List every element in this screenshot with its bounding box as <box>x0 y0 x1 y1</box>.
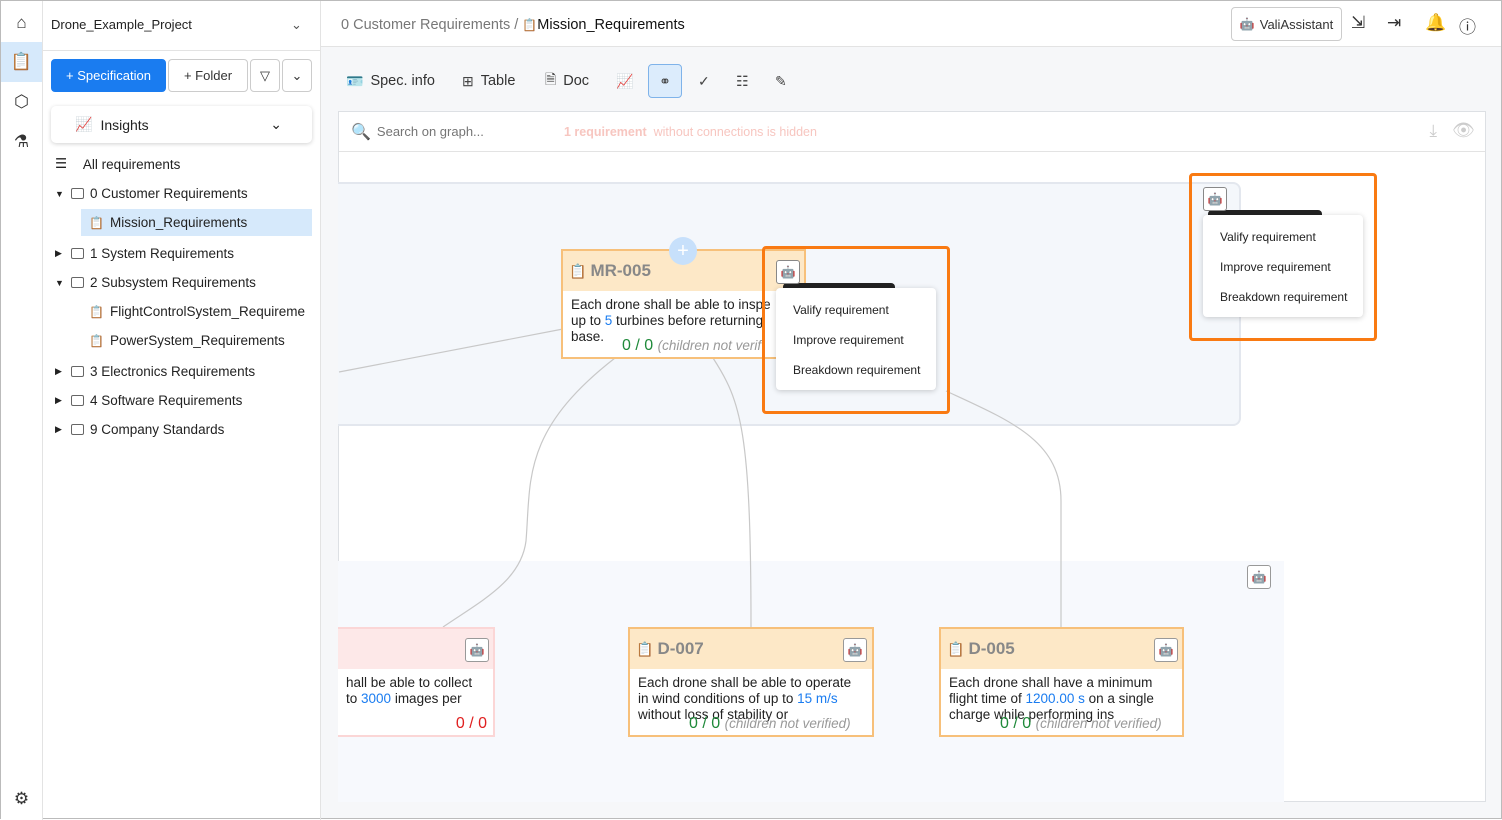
node-text: to <box>346 691 362 706</box>
robot-icon[interactable]: 🤖 <box>1154 638 1178 662</box>
status-value: 0 / 0 <box>689 715 721 732</box>
verification-status: 0 / 0 (children not verif <box>622 337 761 355</box>
status-value: 0 / 0 <box>622 337 654 354</box>
requirement-node-d-007[interactable]: 📋 D-007 Each drone shall be able to opera… <box>628 627 874 737</box>
clipboard-icon: 📋 <box>569 262 587 279</box>
requirement-node-d-005[interactable]: 📋 D-005 Each drone shall have a minimum f… <box>939 627 1184 737</box>
edge <box>338 328 564 373</box>
node-text: images per <box>391 691 462 706</box>
clipboard-icon: 📋 <box>947 640 965 657</box>
node-unit: s <box>1074 691 1085 706</box>
robot-icon[interactable]: 🤖 <box>465 638 489 662</box>
highlight-box <box>1189 173 1377 341</box>
edge <box>712 357 752 628</box>
node-text: turbines before returning <box>612 313 764 328</box>
node-value: 3000 <box>361 691 392 706</box>
clipboard-icon: 📋 <box>636 640 654 657</box>
edge <box>442 357 616 628</box>
node-text: Each drone shall be able to operate <box>638 675 852 690</box>
node-text: on a single <box>1084 691 1154 706</box>
verification-status: 0 / 0 (children not verified) <box>689 715 851 733</box>
node-id: D-007 <box>657 639 704 658</box>
status-value: 0 / 0 <box>1000 715 1032 732</box>
verification-status: 0 / 0 <box>455 715 487 732</box>
robot-icon[interactable]: 🤖 <box>843 638 867 662</box>
node-value: 15 <box>797 691 813 706</box>
status-note: (children not verified) <box>1035 716 1162 731</box>
highlight-box <box>762 246 950 414</box>
node-unit: m/s <box>812 691 838 706</box>
node-text: in wind conditions of up to <box>638 691 798 706</box>
node-text: up to <box>571 313 605 328</box>
node-text: hall be able to collect <box>346 675 473 690</box>
edge <box>945 390 1062 627</box>
node-text: Each drone shall have a minimum <box>949 675 1153 690</box>
status-note: (children not verified) <box>724 716 851 731</box>
verification-status: 0 / 0 (children not verified) <box>1000 715 1162 733</box>
node-text: flight time of <box>949 691 1026 706</box>
add-node-button[interactable]: + <box>669 237 697 265</box>
node-id: D-005 <box>968 639 1015 658</box>
status-note: (children not verif <box>657 338 762 353</box>
node-value: 1200.00 <box>1025 691 1075 706</box>
node-id: MR-005 <box>590 261 651 280</box>
